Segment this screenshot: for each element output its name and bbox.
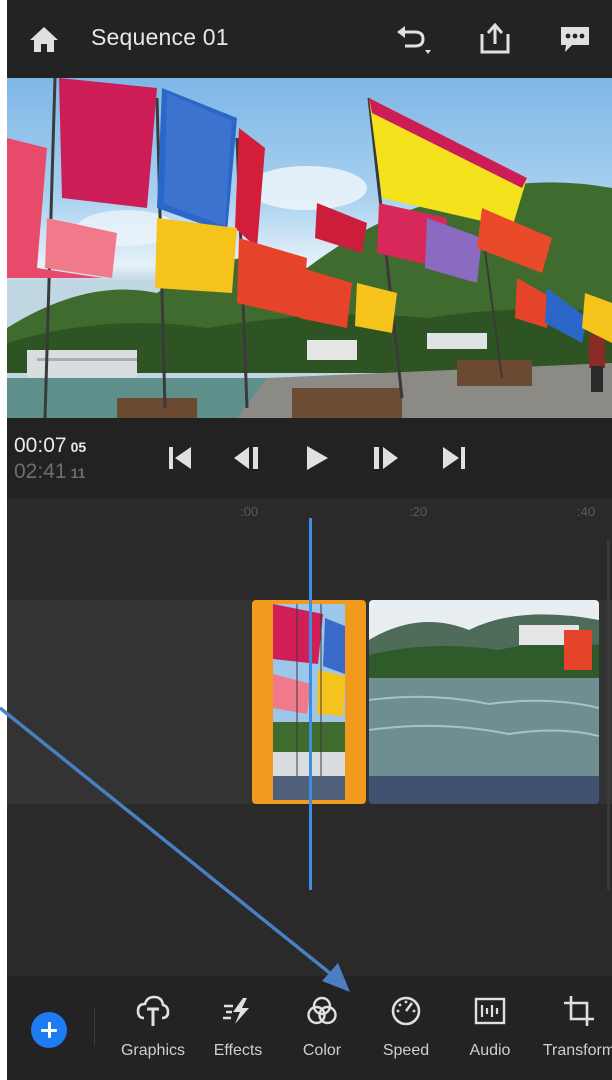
share-button[interactable] [478, 22, 512, 56]
total-frames: 11 [70, 465, 86, 481]
share-icon [480, 22, 510, 54]
skip-to-end-icon [443, 447, 465, 469]
ruler-tick: :00 [240, 504, 259, 519]
playhead[interactable] [309, 518, 312, 890]
skip-to-end-button[interactable] [437, 442, 469, 474]
tool-label: Transform [542, 1042, 612, 1059]
undo-button[interactable] [393, 22, 431, 56]
effects-tool[interactable]: Effects [193, 994, 283, 1074]
feedback-icon [561, 27, 589, 52]
sequence-title[interactable]: Sequence 01 [91, 24, 229, 51]
playback-controls: 00:07 05 02:41 11 [7, 418, 612, 498]
timeline-clip[interactable] [369, 600, 599, 804]
speed-tool[interactable]: Speed [361, 994, 451, 1074]
graphics-tool[interactable]: Graphics [108, 994, 198, 1074]
total-duration: 02:41 11 [14, 460, 85, 484]
audio-tool[interactable]: Audio [445, 994, 535, 1074]
audio-icon [474, 997, 506, 1025]
timeline-scrollbar[interactable] [607, 540, 610, 890]
bottom-toolbar: Graphics Effects Color Speed Audio Trans… [7, 976, 612, 1080]
transform-icon [564, 996, 594, 1026]
undo-icon [397, 26, 431, 54]
tool-label: Speed [382, 1042, 430, 1059]
skip-to-start-icon [169, 447, 191, 469]
effects-icon [223, 998, 249, 1024]
speed-icon [391, 996, 421, 1026]
toolbar-divider [94, 1008, 95, 1046]
feedback-button[interactable] [558, 22, 592, 56]
app-window: Sequence 01 00:07 05 02:41 11:00:20:4… [7, 0, 612, 1080]
color-icon [307, 996, 337, 1025]
clip-thumbnail [369, 600, 599, 776]
play-icon [307, 446, 328, 470]
tool-label: Audio [469, 1042, 511, 1059]
total-time: 02:41 [14, 460, 67, 483]
clip-audio-track [369, 776, 599, 804]
previous-frame-icon [234, 447, 258, 469]
home-icon [30, 27, 58, 52]
add-media-button[interactable] [31, 1012, 67, 1048]
ruler-tick: :20 [409, 504, 428, 519]
tool-label: Effects [213, 1042, 263, 1059]
header-bar: Sequence 01 [7, 0, 612, 78]
graphics-icon [136, 995, 170, 1026]
transform-tool[interactable]: Transform [534, 994, 612, 1074]
previous-frame-button[interactable] [231, 442, 263, 474]
next-frame-icon [374, 447, 398, 469]
color-tool[interactable]: Color [277, 994, 367, 1074]
next-frame-button[interactable] [369, 442, 401, 474]
clip-frames [369, 600, 599, 776]
current-timecode: 00:07 05 [14, 434, 86, 458]
preview-frame [7, 78, 612, 418]
current-time: 00:07 [14, 434, 67, 457]
skip-to-start-button[interactable] [165, 442, 197, 474]
video-preview[interactable] [7, 78, 612, 418]
tool-label: Color [302, 1042, 342, 1059]
current-frames: 05 [70, 439, 87, 455]
play-button[interactable] [301, 442, 333, 474]
ruler-tick: :40 [577, 504, 596, 519]
tool-label: Graphics [120, 1042, 186, 1059]
home-button[interactable] [27, 22, 61, 56]
